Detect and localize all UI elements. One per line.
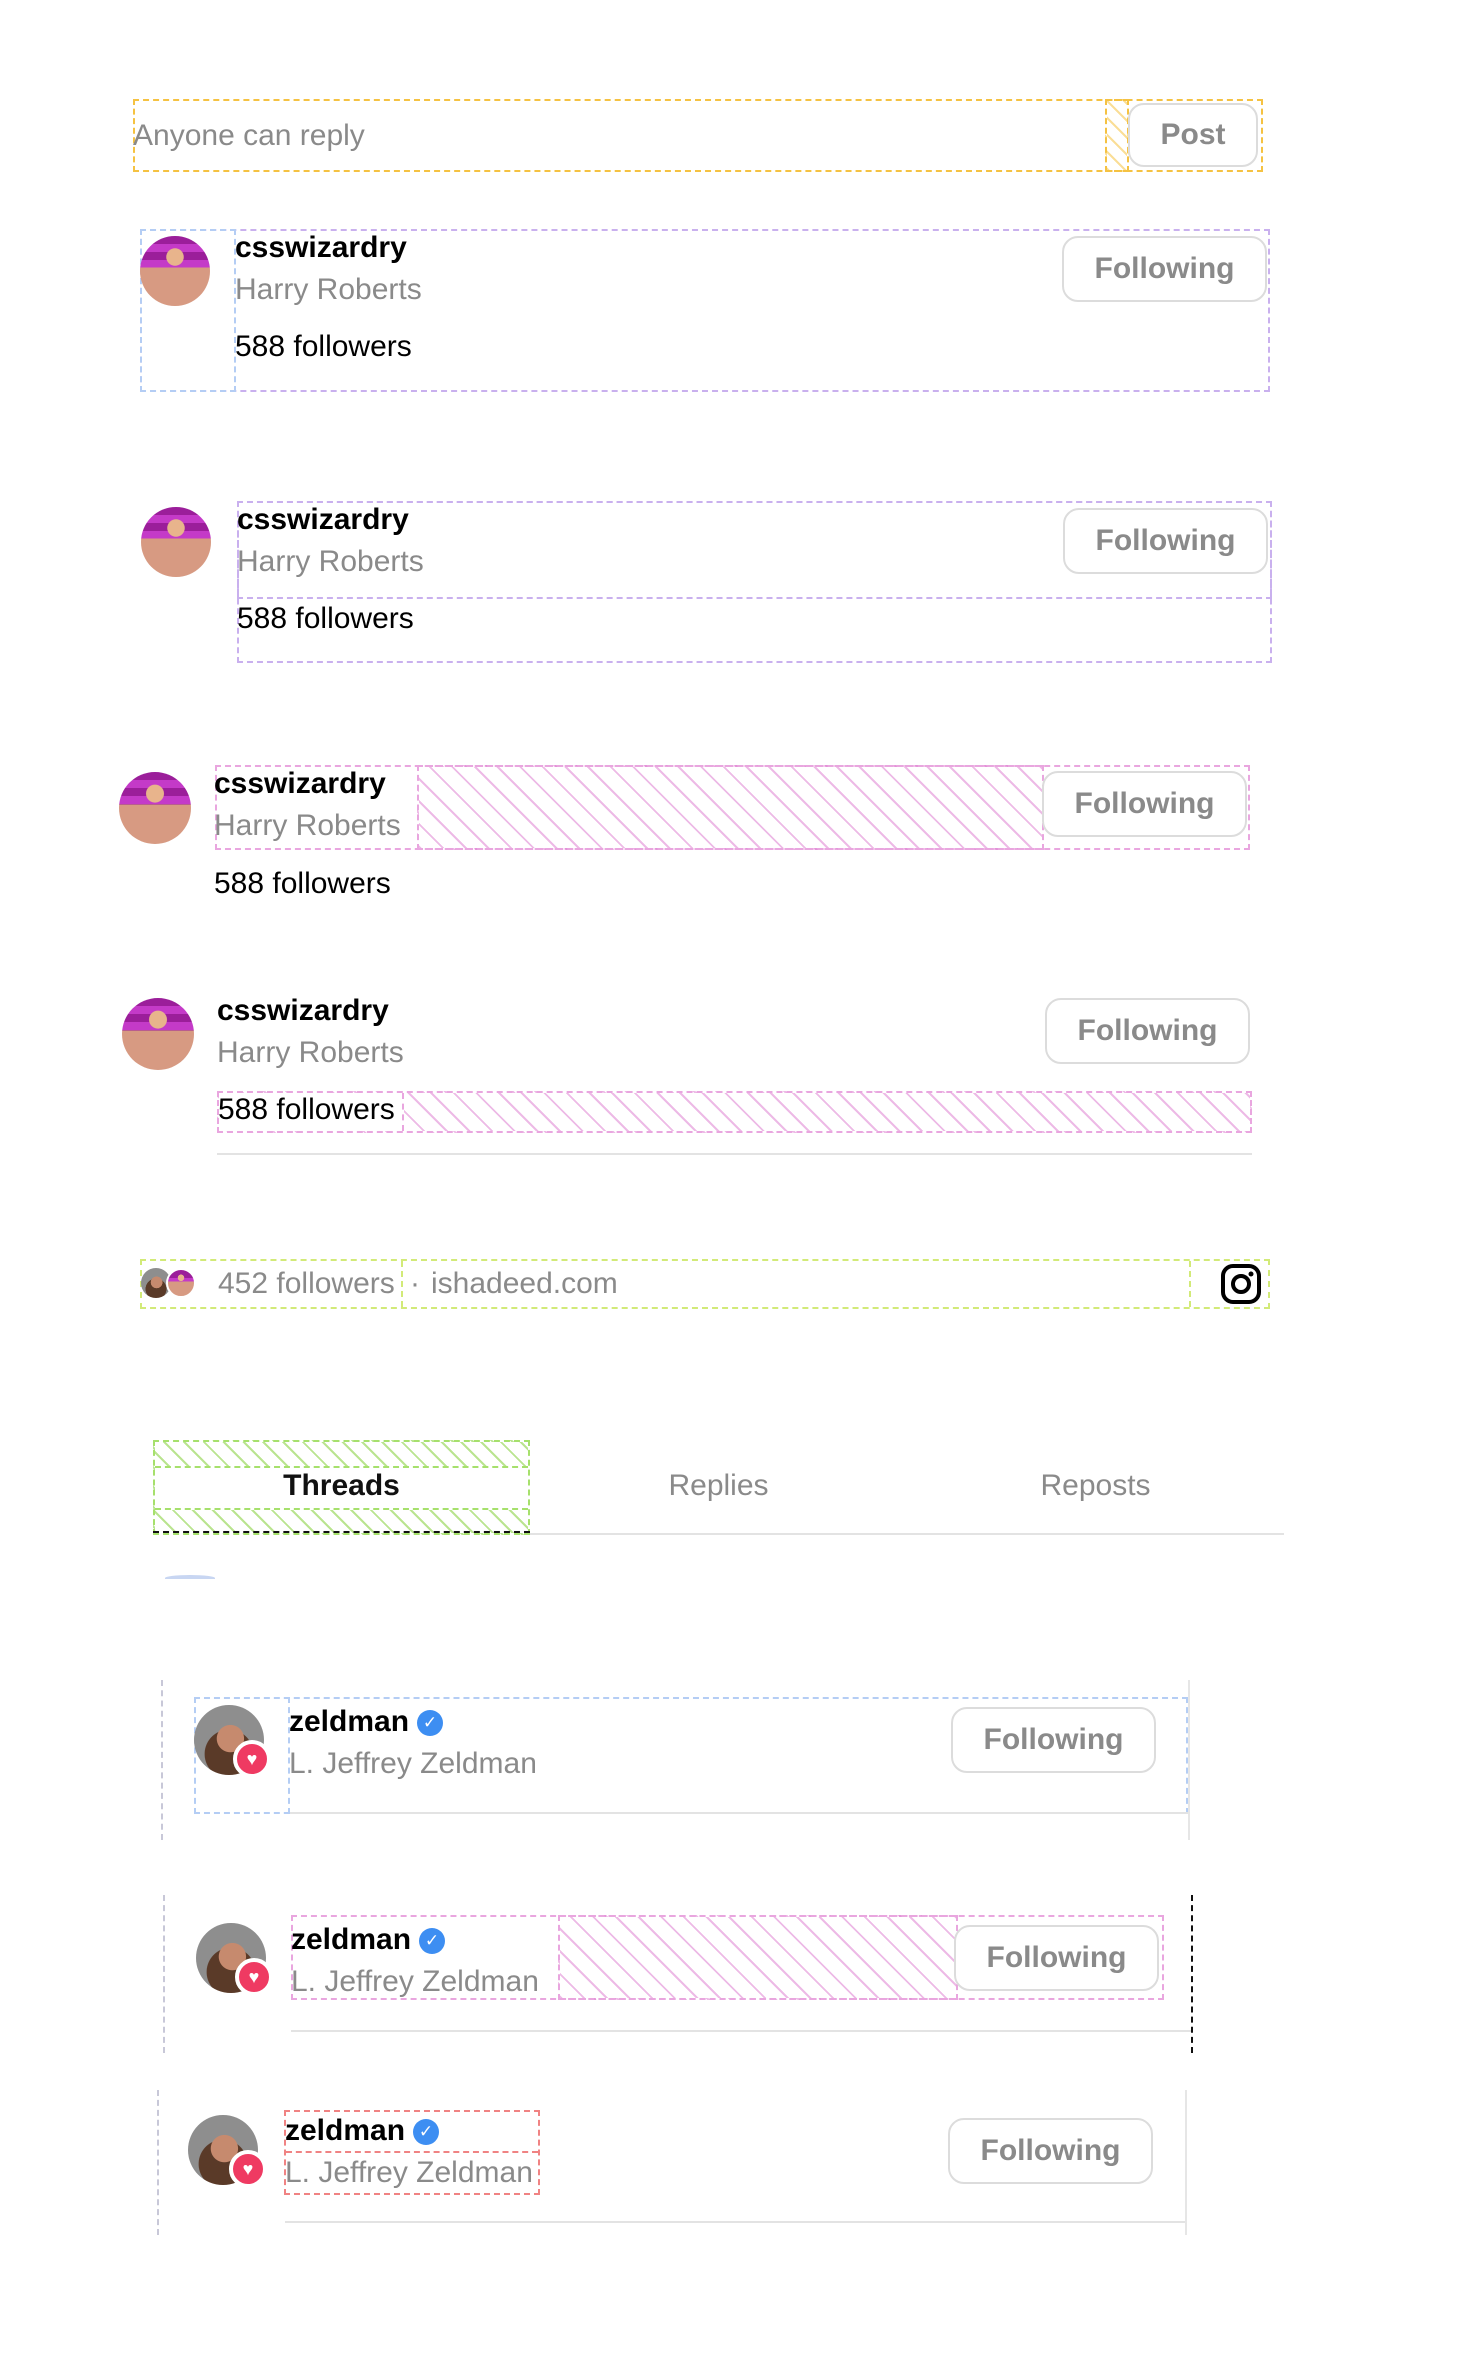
zeldman-username[interactable]: zeldman ✓ — [289, 1702, 444, 1742]
zeldman-username[interactable]: zeldman ✓ — [291, 1920, 446, 1960]
clipped-row-hint — [165, 1575, 215, 1581]
tabs-divider — [530, 1533, 1284, 1535]
verified-icon: ✓ — [419, 1928, 446, 1954]
profile-username[interactable]: csswizardry — [217, 991, 389, 1031]
verified-icon: ✓ — [417, 1710, 444, 1736]
profile-followers[interactable]: 588 followers — [237, 599, 414, 639]
avatar[interactable] — [141, 507, 211, 577]
row-edge-right — [1188, 1680, 1190, 1840]
profile-followers[interactable]: 588 followers — [214, 864, 391, 904]
reply-gap — [1105, 99, 1129, 172]
following-button[interactable]: Following — [1045, 998, 1250, 1064]
tab-reposts[interactable]: Reposts — [907, 1466, 1284, 1506]
zeldman-display-name: L. Jeffrey Zeldman — [291, 1965, 539, 1998]
zeldman-display-name: L. Jeffrey Zeldman — [285, 2156, 533, 2189]
profile-display-name: Harry Roberts — [235, 273, 422, 306]
following-button[interactable]: Following — [954, 1925, 1159, 1991]
zeldman-display-name: L. Jeffrey Zeldman — [289, 1747, 537, 1780]
avatar[interactable] — [140, 236, 210, 306]
verified-icon: ✓ — [413, 2119, 440, 2145]
heart-icon: ♥ — [235, 1958, 273, 1996]
divider — [217, 1153, 1252, 1155]
row-edge-right — [1185, 2090, 1187, 2235]
profile-display-name: Harry Roberts — [217, 1036, 404, 1069]
instagram-icon[interactable] — [1220, 1263, 1262, 1305]
profile-username[interactable]: csswizardry — [214, 764, 386, 804]
zeldman-username[interactable]: zeldman ✓ — [285, 2111, 440, 2151]
row-edge-left — [157, 2090, 159, 2235]
avatar[interactable] — [119, 772, 191, 844]
profile-meta-followers[interactable]: 452 followers — [218, 1264, 395, 1304]
row-edge-left — [163, 1895, 165, 2053]
divider — [290, 1812, 1188, 1814]
profile-followers[interactable]: 588 followers — [218, 1090, 395, 1130]
following-button[interactable]: Following — [1063, 508, 1268, 574]
profile-username[interactable]: csswizardry — [235, 228, 407, 268]
profile-meta-separator: · — [410, 1267, 420, 1300]
following-button[interactable]: Following — [1062, 236, 1267, 302]
following-button[interactable]: Following — [951, 1707, 1156, 1773]
heart-icon: ♥ — [229, 2150, 267, 2188]
tab-threads[interactable]: Threads — [153, 1466, 530, 1506]
profile-meta-link[interactable]: ishadeed.com — [431, 1264, 618, 1304]
profile-followers[interactable]: 588 followers — [235, 327, 412, 367]
follower-avatar — [166, 1268, 196, 1298]
heart-icon: ♥ — [233, 1740, 271, 1778]
profile-username[interactable]: csswizardry — [237, 500, 409, 540]
profile-header-gap — [417, 765, 1044, 850]
row-edge-left — [161, 1680, 163, 1840]
profile-display-name: Harry Roberts — [214, 809, 401, 842]
post-button[interactable]: Post — [1128, 103, 1258, 167]
tab-replies[interactable]: Replies — [530, 1466, 907, 1506]
divider — [285, 2221, 1185, 2223]
divider — [291, 2030, 1191, 2032]
row-edge-right — [1191, 1895, 1193, 2053]
profile-display-name: Harry Roberts — [237, 545, 424, 578]
user-header-gap — [558, 1915, 958, 2000]
following-button[interactable]: Following — [948, 2118, 1153, 2184]
tab-threads-underline — [153, 1531, 530, 1533]
following-button[interactable]: Following — [1042, 771, 1247, 837]
reply-placeholder[interactable]: Anyone can reply — [133, 116, 365, 156]
avatar[interactable] — [122, 998, 194, 1070]
